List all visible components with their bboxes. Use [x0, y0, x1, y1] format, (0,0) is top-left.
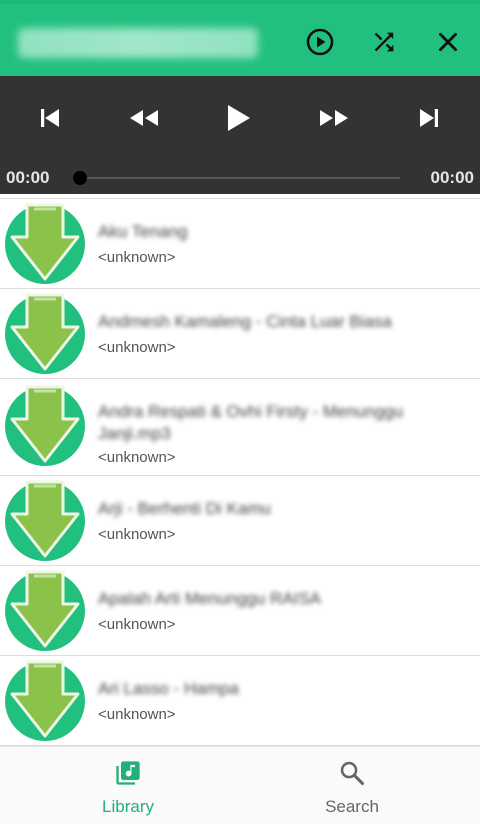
- nav-search[interactable]: Search: [232, 747, 472, 824]
- elapsed-time: 00:00: [6, 168, 50, 187]
- song-artist: <unknown>: [98, 339, 176, 356]
- list-item[interactable]: Aku Tenang <unknown>: [0, 199, 480, 289]
- seek-bar-thumb[interactable]: [73, 171, 87, 185]
- song-artist: <unknown>: [98, 706, 176, 723]
- bottom-navigation: Library Search: [0, 746, 480, 824]
- list-item[interactable]: Andmesh Kamaleng - Cinta Luar Biasa <unk…: [0, 289, 480, 379]
- skip-previous-icon[interactable]: [28, 96, 72, 140]
- download-arrow-icon: [4, 293, 86, 375]
- song-title: Andra Respati & Ovhi Firsty - Menunggu J…: [98, 402, 404, 443]
- close-icon[interactable]: [430, 24, 466, 60]
- list-item[interactable]: Ari Lasso - Hampa <unknown>: [0, 656, 480, 746]
- duration-time: 00:00: [430, 168, 474, 187]
- song-artist: <unknown>: [98, 526, 176, 543]
- nav-library[interactable]: Library: [8, 747, 248, 824]
- download-arrow-icon: [4, 385, 86, 467]
- shuffle-icon[interactable]: [366, 24, 402, 60]
- download-arrow-icon: [4, 660, 86, 742]
- song-title: Arji - Berhenti Di Kamu: [98, 499, 271, 518]
- list-item[interactable]: Andra Respati & Ovhi Firsty - Menunggu J…: [0, 379, 480, 476]
- nav-library-label: Library: [102, 797, 154, 816]
- download-arrow-icon: [4, 570, 86, 652]
- song-artist: <unknown>: [98, 249, 176, 266]
- song-title: Ari Lasso - Hampa: [98, 679, 239, 698]
- song-artist: <unknown>: [98, 449, 176, 466]
- play-icon[interactable]: [216, 96, 260, 140]
- top-app-bar: [0, 4, 480, 76]
- now-playing-title: [18, 28, 258, 58]
- song-title: Andmesh Kamaleng - Cinta Luar Biasa: [98, 312, 392, 331]
- fast-forward-icon[interactable]: [312, 96, 356, 140]
- library-music-icon: [114, 759, 142, 787]
- list-item[interactable]: Arji - Berhenti Di Kamu <unknown>: [0, 476, 480, 566]
- nav-search-label: Search: [325, 797, 379, 816]
- song-artist: <unknown>: [98, 616, 176, 633]
- seek-bar-track[interactable]: [80, 177, 400, 179]
- download-arrow-icon: [4, 203, 86, 285]
- list-item[interactable]: Apalah Arti Menunggu RAISA <unknown>: [0, 566, 480, 656]
- player-controls: 00:00 00:00: [0, 76, 480, 194]
- rewind-icon[interactable]: [122, 96, 166, 140]
- song-list: Aku Tenang <unknown> Andmesh Kamaleng - …: [0, 198, 480, 747]
- search-icon: [338, 759, 366, 787]
- song-title: Aku Tenang: [98, 222, 188, 241]
- play-circle-icon[interactable]: [302, 24, 338, 60]
- skip-next-icon[interactable]: [407, 96, 451, 140]
- song-title: Apalah Arti Menunggu RAISA: [98, 589, 322, 608]
- download-arrow-icon: [4, 480, 86, 562]
